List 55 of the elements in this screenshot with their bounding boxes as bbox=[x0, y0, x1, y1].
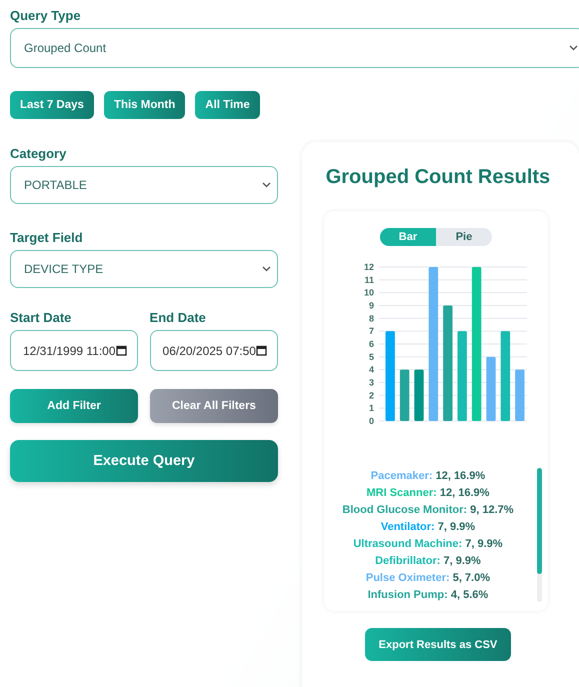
chevron-icon bbox=[262, 182, 271, 188]
axis-tick-label: 4 bbox=[368, 364, 374, 375]
legend-label: Ultrasound Machine: bbox=[353, 538, 462, 550]
field-label: Start Date bbox=[10, 310, 72, 325]
legend-label: Defibrillator: bbox=[375, 555, 440, 567]
field-label: Query Type bbox=[10, 8, 82, 23]
legend-label: Pacemaker: bbox=[370, 470, 433, 482]
axis-tick-label: 2 bbox=[368, 390, 374, 400]
legend-value: 7, 9.9% bbox=[444, 555, 481, 567]
scrollbar[interactable] bbox=[536, 468, 542, 602]
filter-button[interactable]: Clear All Filters bbox=[150, 389, 278, 423]
axis-tick-label: 9 bbox=[368, 300, 374, 310]
query-type-select[interactable]: Grouped Count bbox=[10, 28, 579, 68]
target-field-select[interactable]: DEVICE TYPE bbox=[10, 250, 278, 288]
legend-label: Pulse Oximeter: bbox=[366, 572, 450, 584]
date-field[interactable]: 12/31/1999 11:00 bbox=[10, 330, 138, 371]
export-button[interactable]: Export Results as CSV bbox=[364, 628, 511, 661]
field-label: Category bbox=[10, 146, 68, 161]
axis-tick-label: 5 bbox=[368, 352, 374, 362]
chevron-icon bbox=[569, 45, 578, 51]
view-tab[interactable]: Bar bbox=[380, 228, 436, 246]
legend-value: 7, 9.9% bbox=[438, 521, 476, 533]
field-label: Target Field bbox=[10, 230, 84, 245]
legend-label: Blood Glucose Monitor: bbox=[342, 504, 468, 516]
legend-value: 9, 12.7% bbox=[470, 504, 514, 516]
legend-value: 4, 5.6% bbox=[450, 589, 488, 601]
legend-label: MRI Scanner: bbox=[366, 487, 437, 499]
calendar-icon bbox=[256, 345, 267, 356]
execute-button[interactable]: Execute Query bbox=[10, 440, 278, 482]
axis-tick-label: 8 bbox=[368, 313, 374, 324]
filter-button[interactable]: Add Filter bbox=[10, 389, 138, 423]
axis-tick-label: 7 bbox=[368, 326, 374, 336]
axis-tick-label: 10 bbox=[364, 288, 374, 298]
legend-value: 7, 9.9% bbox=[465, 538, 503, 550]
chevron-icon bbox=[262, 266, 271, 272]
category-select[interactable]: PORTABLE bbox=[10, 166, 278, 204]
preset-button[interactable]: This Month bbox=[104, 91, 186, 119]
legend-value: 12, 16.9% bbox=[440, 487, 490, 499]
view-tab[interactable]: Pie bbox=[436, 228, 492, 246]
legend-value: 12, 16.9% bbox=[436, 470, 486, 482]
axis-tick-label: 12 bbox=[364, 262, 374, 272]
preset-button[interactable]: Last 7 Days bbox=[10, 91, 94, 119]
legend-label: Ventilator: bbox=[380, 521, 435, 533]
legend-value: 5, 7.0% bbox=[452, 572, 490, 584]
calendar-icon bbox=[116, 345, 127, 356]
preset-button[interactable]: All Time bbox=[195, 91, 260, 119]
axis-tick-label: 3 bbox=[368, 378, 374, 388]
axis-tick-label: 11 bbox=[364, 274, 374, 285]
results-title: Grouped Count Results bbox=[324, 166, 552, 189]
axis-tick-label: 0 bbox=[368, 416, 374, 426]
field-label: End Date bbox=[150, 310, 207, 325]
axis-tick-label: 6 bbox=[368, 339, 374, 349]
axis-tick-label: 1 bbox=[368, 403, 374, 414]
date-field[interactable]: 06/20/2025 07:50 bbox=[150, 330, 278, 371]
legend-label: Infusion Pump: bbox=[368, 589, 448, 601]
